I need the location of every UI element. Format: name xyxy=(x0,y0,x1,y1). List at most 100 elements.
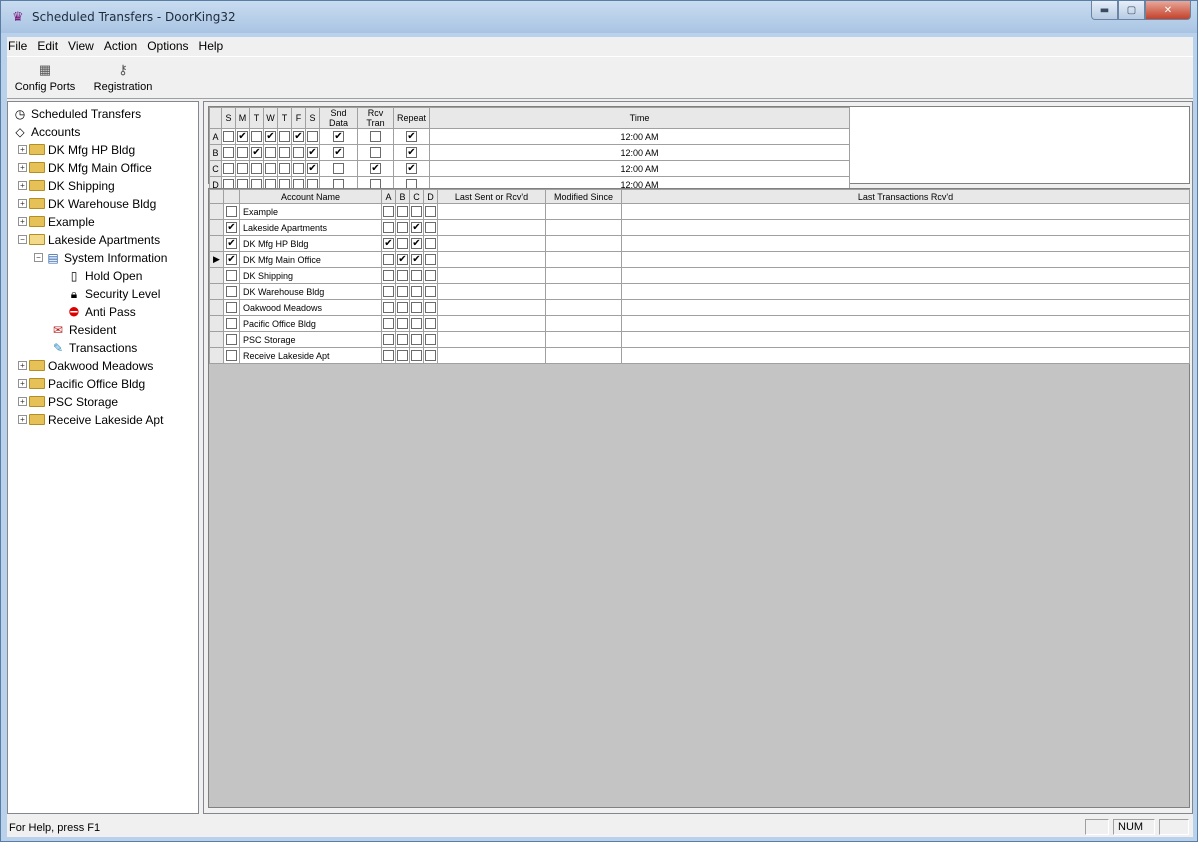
account-row[interactable]: DK Warehouse Bldg xyxy=(209,283,1190,300)
modified-since-cell[interactable] xyxy=(545,299,622,316)
account-select-checkbox[interactable] xyxy=(226,302,237,314)
receive-transactions-checkbox[interactable]: ✔ xyxy=(370,163,381,175)
day-checkbox[interactable] xyxy=(293,147,304,159)
tree-item-account[interactable]: + Example xyxy=(18,213,95,230)
schedule-assign-checkbox[interactable] xyxy=(411,334,422,346)
row-selector[interactable] xyxy=(209,235,224,252)
send-data-checkbox[interactable]: ✔ xyxy=(333,147,344,159)
account-row[interactable]: ✔ DK Mfg HP Bldg ✔ ✔ xyxy=(209,235,1190,252)
row-selector[interactable] xyxy=(209,219,224,236)
expand-icon[interactable]: + xyxy=(18,361,27,370)
repeat-checkbox[interactable]: ✔ xyxy=(406,163,417,175)
account-select-checkbox[interactable] xyxy=(226,318,237,330)
schedule-assign-checkbox[interactable] xyxy=(425,350,436,362)
menu-action[interactable]: Action xyxy=(99,39,142,53)
expand-icon[interactable]: + xyxy=(18,415,27,424)
last-transactions-cell[interactable] xyxy=(621,347,1190,364)
schedule-row[interactable]: B ✔ ✔ ✔ ✔ 12:00 AM xyxy=(209,144,850,161)
last-sent-cell[interactable] xyxy=(437,331,546,348)
day-checkbox[interactable] xyxy=(223,147,234,159)
schedule-assign-checkbox[interactable] xyxy=(383,286,394,298)
schedule-assign-checkbox[interactable]: ✔ xyxy=(383,238,394,250)
tree-item-account[interactable]: + Pacific Office Bldg xyxy=(18,375,145,392)
schedule-assign-checkbox[interactable] xyxy=(383,270,394,282)
schedule-row-id[interactable]: C xyxy=(209,160,222,177)
schedule-assign-checkbox[interactable] xyxy=(425,318,436,330)
last-transactions-cell[interactable] xyxy=(621,299,1190,316)
schedule-assign-checkbox[interactable] xyxy=(411,286,422,298)
account-name[interactable]: DK Warehouse Bldg xyxy=(239,283,382,300)
expand-icon[interactable]: + xyxy=(18,217,27,226)
schedule-row[interactable]: C ✔ ✔ ✔ 12:00 AM xyxy=(209,160,850,177)
collapse-icon[interactable]: − xyxy=(18,235,27,244)
last-sent-cell[interactable] xyxy=(437,251,546,268)
schedule-assign-checkbox[interactable] xyxy=(411,302,422,314)
schedule-column-header[interactable]: S xyxy=(221,107,236,129)
day-checkbox[interactable] xyxy=(223,131,234,143)
day-checkbox[interactable] xyxy=(279,131,290,143)
schedule-row[interactable]: A ✔ ✔ ✔ ✔ ✔ 12:00 AM xyxy=(209,128,850,145)
schedule-assign-checkbox[interactable] xyxy=(411,270,422,282)
day-checkbox[interactable] xyxy=(237,147,248,159)
schedule-assign-checkbox[interactable] xyxy=(397,206,408,218)
tree-item-account[interactable]: + DK Mfg HP Bldg xyxy=(18,141,135,158)
accounts-column-header[interactable]: D xyxy=(423,189,438,204)
schedule-time[interactable]: 12:00 AM xyxy=(429,128,850,145)
tree-item-resident[interactable]: ✉ Resident xyxy=(50,321,116,338)
modified-since-cell[interactable] xyxy=(545,347,622,364)
account-name[interactable]: Pacific Office Bldg xyxy=(239,315,382,332)
row-selector[interactable] xyxy=(209,283,224,300)
tree-item-system-information[interactable]: − ▤ System Information xyxy=(34,249,167,266)
repeat-checkbox[interactable]: ✔ xyxy=(406,147,417,159)
schedule-row-id[interactable]: A xyxy=(209,128,222,145)
schedule-column-header[interactable]: Time xyxy=(429,107,850,129)
maximize-button[interactable]: ▢ xyxy=(1118,1,1145,20)
schedule-column-header[interactable]: Snd Data xyxy=(319,107,358,129)
schedule-time[interactable]: 12:00 AM xyxy=(429,144,850,161)
modified-since-cell[interactable] xyxy=(545,267,622,284)
last-sent-cell[interactable] xyxy=(437,219,546,236)
account-row[interactable]: Pacific Office Bldg xyxy=(209,315,1190,332)
receive-transactions-checkbox[interactable] xyxy=(370,147,381,159)
expand-icon[interactable]: + xyxy=(18,379,27,388)
last-sent-cell[interactable] xyxy=(437,315,546,332)
last-transactions-cell[interactable] xyxy=(621,235,1190,252)
schedule-column-header[interactable]: S xyxy=(305,107,320,129)
schedule-column-header[interactable]: Rcv Tran xyxy=(357,107,394,129)
account-select-checkbox[interactable] xyxy=(226,350,237,362)
day-checkbox[interactable] xyxy=(279,147,290,159)
account-row[interactable]: ▶ ✔ DK Mfg Main Office ✔ ✔ xyxy=(209,251,1190,268)
schedule-assign-checkbox[interactable] xyxy=(397,238,408,250)
tree-item-hold-open[interactable]: ▯ Hold Open xyxy=(66,267,143,284)
last-sent-cell[interactable] xyxy=(437,267,546,284)
account-row[interactable]: Oakwood Meadows xyxy=(209,299,1190,316)
accounts-column-header[interactable]: Last Transactions Rcv'd xyxy=(621,189,1190,204)
schedule-column-header[interactable]: T xyxy=(277,107,292,129)
schedule-time[interactable]: 12:00 AM xyxy=(429,160,850,177)
day-checkbox[interactable] xyxy=(237,163,248,175)
modified-since-cell[interactable] xyxy=(545,331,622,348)
accounts-column-header[interactable]: A xyxy=(381,189,396,204)
schedule-assign-checkbox[interactable] xyxy=(397,350,408,362)
last-transactions-cell[interactable] xyxy=(621,283,1190,300)
schedule-assign-checkbox[interactable] xyxy=(425,254,436,266)
last-sent-cell[interactable] xyxy=(437,347,546,364)
schedule-column-header[interactable]: M xyxy=(235,107,250,129)
tree-item-anti-pass[interactable]: ⛔︎ Anti Pass xyxy=(66,303,136,320)
account-name[interactable]: Lakeside Apartments xyxy=(239,219,382,236)
row-selector[interactable]: ▶ xyxy=(209,251,224,268)
accounts-column-header[interactable]: Modified Since xyxy=(545,189,622,204)
last-transactions-cell[interactable] xyxy=(621,315,1190,332)
row-selector[interactable] xyxy=(209,203,224,220)
tree-item-account[interactable]: + DK Shipping xyxy=(18,177,115,194)
account-name[interactable]: DK Mfg Main Office xyxy=(239,251,382,268)
last-transactions-cell[interactable] xyxy=(621,267,1190,284)
schedule-assign-checkbox[interactable] xyxy=(383,222,394,234)
repeat-checkbox[interactable]: ✔ xyxy=(406,131,417,143)
account-name[interactable]: Example xyxy=(239,203,382,220)
schedule-assign-checkbox[interactable] xyxy=(425,302,436,314)
schedule-assign-checkbox[interactable]: ✔ xyxy=(411,238,422,250)
receive-transactions-checkbox[interactable] xyxy=(370,131,381,143)
config-ports-button[interactable]: ▦ Config Ports xyxy=(9,59,81,97)
expand-icon[interactable]: + xyxy=(18,199,27,208)
